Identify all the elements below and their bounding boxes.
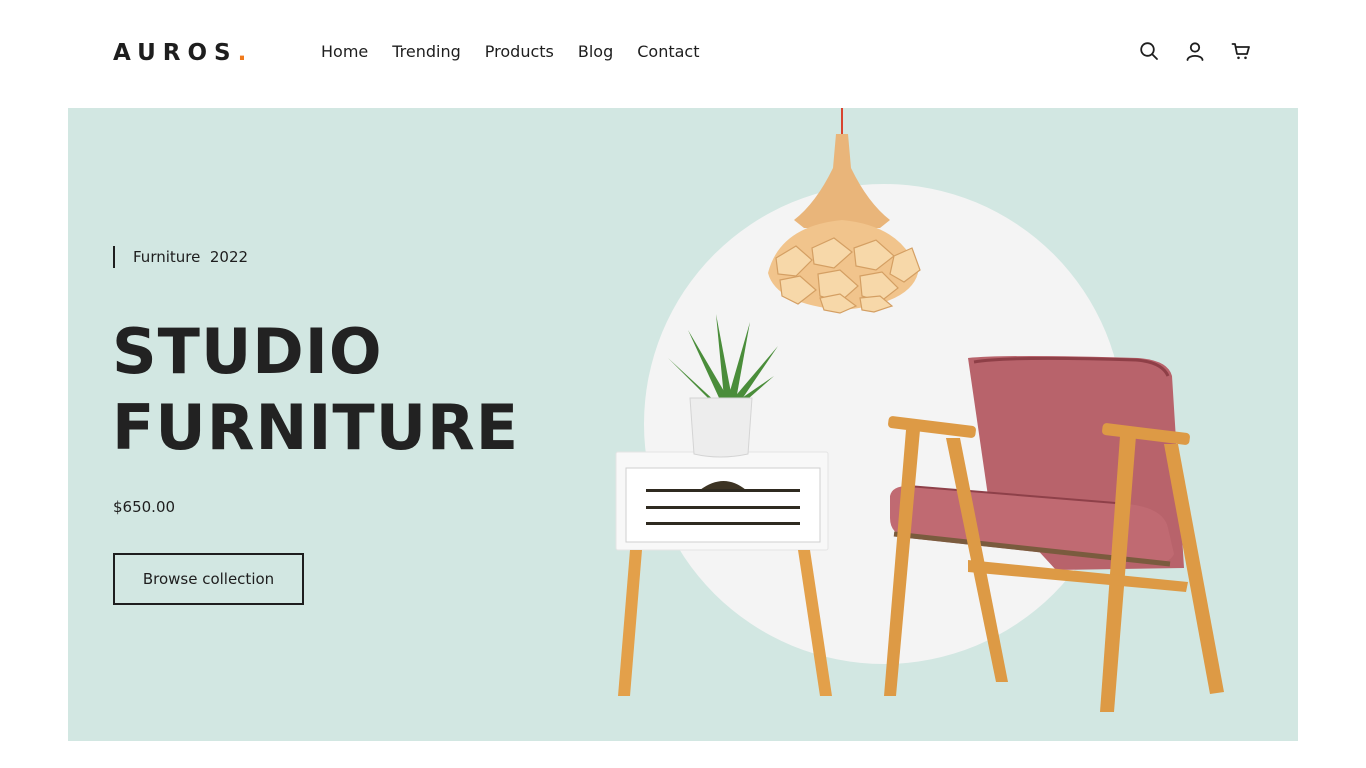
nav-products[interactable]: Products bbox=[485, 42, 554, 62]
hero-banner: Furniture 2022 STUDIO FURNITURE $650.00 … bbox=[68, 108, 1298, 741]
hero-price: $650.00 bbox=[113, 498, 176, 516]
user-icon[interactable] bbox=[1184, 38, 1206, 64]
nav-contact[interactable]: Contact bbox=[637, 42, 699, 62]
hero-tagline: Furniture 2022 bbox=[113, 246, 248, 268]
site-header: AUROS. Home Trending Products Blog Conta… bbox=[0, 0, 1366, 108]
nav-trending[interactable]: Trending bbox=[392, 42, 461, 62]
main-nav: Home Trending Products Blog Contact bbox=[321, 42, 700, 62]
hero-title: STUDIO FURNITURE bbox=[112, 314, 519, 466]
nav-blog[interactable]: Blog bbox=[578, 42, 613, 62]
search-icon[interactable] bbox=[1138, 38, 1160, 64]
hero-title-line-2: FURNITURE bbox=[112, 391, 520, 464]
cart-icon[interactable] bbox=[1230, 38, 1252, 64]
nav-home[interactable]: Home bbox=[321, 42, 368, 62]
brand-dot: . bbox=[237, 40, 247, 66]
brand-logo[interactable]: AUROS. bbox=[113, 40, 246, 66]
brand-name: AUROS bbox=[113, 40, 238, 66]
header-actions bbox=[1138, 38, 1252, 64]
hero-title-line-1: STUDIO bbox=[112, 315, 383, 388]
browse-collection-button[interactable]: Browse collection bbox=[113, 553, 304, 605]
